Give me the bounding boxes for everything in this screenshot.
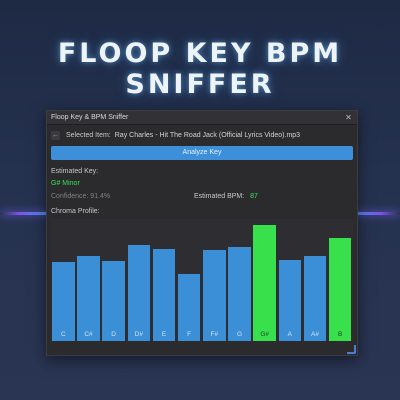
chroma-bar-fsharp: F# bbox=[203, 250, 226, 341]
chroma-bar-csharp: C# bbox=[77, 256, 100, 341]
chroma-bar-label: F# bbox=[210, 331, 219, 338]
estimated-key-value: G# Minor bbox=[51, 180, 80, 187]
resize-grip-icon[interactable] bbox=[347, 345, 356, 354]
estimated-bpm-label: Estimated BPM: bbox=[194, 193, 245, 200]
chroma-bar-label: E bbox=[161, 331, 167, 338]
chroma-bar-label: A bbox=[287, 331, 292, 338]
chroma-bar-label: B bbox=[337, 331, 343, 338]
window-title: Floop Key & BPM Sniffer bbox=[51, 114, 129, 121]
selected-item-row: ← Selected Item: Ray Charles - Hit The R… bbox=[47, 127, 357, 143]
chroma-bar-asharp: A# bbox=[303, 256, 327, 341]
selected-item-value: Ray Charles - Hit The Road Jack (Officia… bbox=[114, 131, 301, 139]
banner-title: FLOOP KEY BPM SNIFFER bbox=[57, 38, 343, 100]
confidence-text: Confidence: 91.4% bbox=[51, 193, 111, 200]
chroma-bar-label: D# bbox=[134, 331, 143, 338]
chroma-bar-f: F bbox=[177, 274, 201, 341]
plugin-window: Floop Key & BPM Sniffer ✕ ← Selected Ite… bbox=[46, 110, 358, 356]
window-titlebar[interactable]: Floop Key & BPM Sniffer ✕ bbox=[47, 111, 357, 125]
back-arrow-icon[interactable]: ← bbox=[51, 130, 60, 140]
estimated-bpm-value: 87 bbox=[250, 193, 258, 200]
estimated-key-label: Estimated Key: bbox=[51, 168, 99, 175]
glow-line-right bbox=[352, 212, 400, 215]
chroma-bar-label: A# bbox=[311, 331, 319, 338]
chroma-bar-label: F bbox=[187, 331, 192, 338]
chroma-profile-chart: C C# D D# E F F# G G# A A# B bbox=[51, 219, 353, 341]
selected-item-label: Selected Item: bbox=[66, 131, 111, 139]
chroma-bar-g: G bbox=[228, 247, 251, 341]
chroma-bar-label: C# bbox=[84, 331, 93, 338]
chroma-profile-label: Chroma Profile: bbox=[51, 208, 100, 215]
chroma-bar-label: G bbox=[236, 331, 243, 338]
close-icon[interactable]: ✕ bbox=[344, 113, 353, 122]
chroma-bar-c: C bbox=[52, 262, 75, 341]
estimated-bpm: Estimated BPM: 87 bbox=[194, 193, 258, 200]
chroma-bar-e: E bbox=[152, 249, 176, 341]
chroma-bar-gsharp: G# bbox=[253, 225, 276, 341]
chroma-bar-label: G# bbox=[260, 331, 269, 338]
chroma-bar-label: D bbox=[111, 331, 116, 338]
analyze-key-button[interactable]: Analyze Key bbox=[51, 146, 353, 160]
chroma-bar-dsharp: D# bbox=[127, 245, 151, 341]
chroma-bar-a: A bbox=[278, 260, 302, 341]
glow-line-left bbox=[0, 212, 48, 215]
chroma-bar-label: C bbox=[60, 331, 66, 338]
chroma-bar-d: D bbox=[102, 261, 125, 341]
chroma-bar-b: B bbox=[328, 238, 352, 341]
